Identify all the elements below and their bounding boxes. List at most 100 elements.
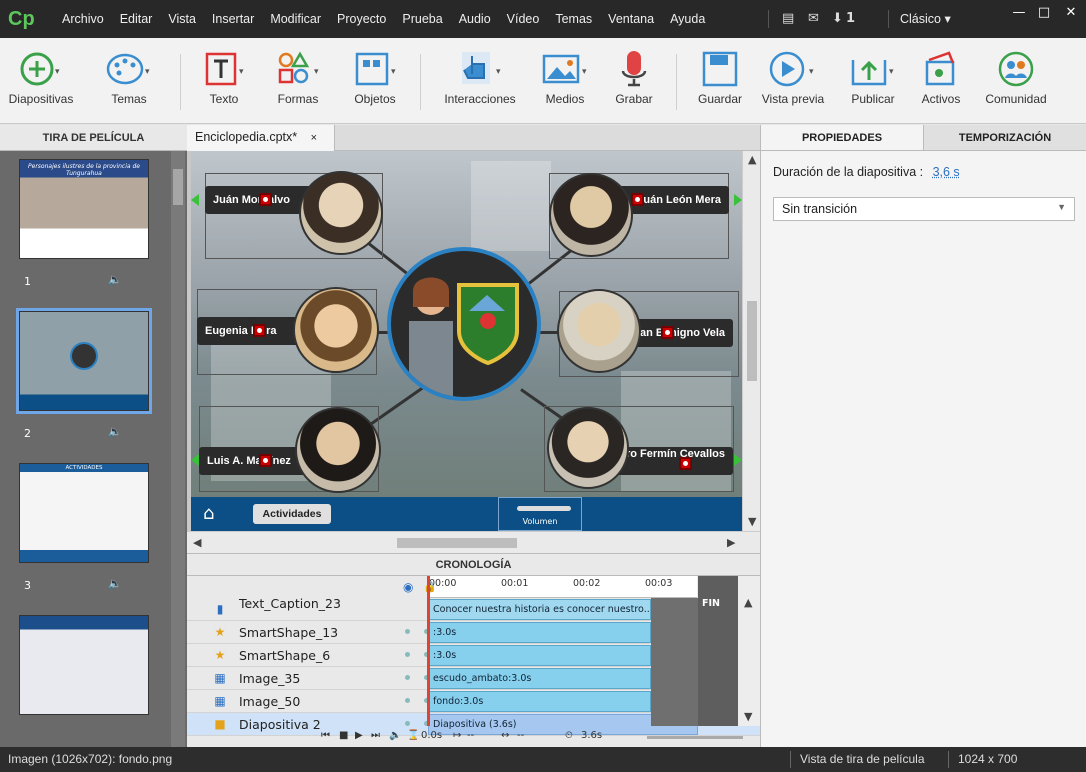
menu-proyecto[interactable]: Proyecto (329, 12, 394, 26)
tab-propiedades[interactable]: PROPIEDADES (761, 125, 924, 150)
workspace-dropdown[interactable]: Clásico ▾ (900, 11, 951, 26)
grabar-button[interactable]: Grabar (608, 46, 660, 106)
timeline-bar[interactable]: :3.0s (428, 645, 651, 666)
menu-editar[interactable]: Editar (112, 12, 161, 26)
menu-video[interactable]: Vídeo (499, 12, 548, 26)
guardar-button[interactable]: Guardar (690, 46, 750, 106)
interaction-marker-icon[interactable] (661, 326, 674, 339)
medios-button[interactable]: ▾ Medios (534, 46, 596, 106)
timeline-bar[interactable]: fondo:3.0s (428, 691, 651, 712)
timeline-end-marker[interactable]: FIN (698, 576, 738, 726)
close-button[interactable]: ✕ (1058, 4, 1084, 24)
slide-thumbnail-3[interactable]: ACTIVIDADES (19, 463, 149, 563)
thumb-center-circle (70, 342, 98, 370)
audio-icon[interactable]: 🔈 (108, 577, 122, 590)
timeline-bar[interactable]: :3.0s (428, 622, 651, 643)
home-icon[interactable]: ⌂ (203, 503, 214, 524)
actividades-button[interactable]: Actividades (253, 504, 331, 524)
scroll-up-icon[interactable]: ▲ (748, 153, 756, 166)
visibility-dot[interactable] (405, 675, 410, 680)
portrait-montalvo[interactable] (299, 171, 383, 255)
portrait-martinez[interactable] (295, 407, 381, 493)
menu-vista[interactable]: Vista (160, 12, 204, 26)
portrait-vela[interactable] (557, 289, 641, 373)
publicar-button[interactable]: ▾ Publicar (842, 46, 904, 106)
scroll-down-icon[interactable]: ▼ (744, 710, 752, 723)
rewind-icon[interactable]: ⏮ (321, 730, 330, 741)
stage-vertical-scrollbar[interactable]: ▲ ▼ (742, 151, 760, 531)
scroll-right-icon[interactable]: ▶ (727, 536, 735, 549)
stop-icon[interactable]: ■ (339, 730, 348, 741)
stage-horizontal-scrollbar[interactable]: ◀ ▶ (187, 531, 760, 553)
transition-dropdown[interactable]: Sin transición ▼ (773, 197, 1075, 221)
timeline-bar[interactable]: Conocer nuestra historia es conocer nues… (428, 599, 651, 620)
slide-thumbnail-4[interactable] (19, 615, 149, 715)
mail-icon[interactable]: ✉ (808, 11, 819, 26)
timeline-scrollbar[interactable]: ▲ ▼ (738, 576, 760, 726)
slide-canvas[interactable]: Juán Montalvo Juán León Mera Eugenia Mer… (191, 151, 742, 531)
maximize-button[interactable]: □ (1031, 4, 1057, 24)
objetos-label: Objetos (354, 92, 396, 106)
menu-insertar[interactable]: Insertar (204, 12, 262, 26)
diapositivas-button[interactable]: ▾ Diapositivas (4, 46, 78, 106)
portrait-cevallos[interactable] (547, 407, 629, 489)
menu-temas[interactable]: Temas (547, 12, 600, 26)
menu-ayuda[interactable]: Ayuda (662, 12, 713, 26)
scroll-thumb[interactable] (747, 301, 757, 381)
minimize-button[interactable]: — (1006, 4, 1032, 24)
interaction-marker-icon[interactable] (253, 324, 266, 337)
volume-slider[interactable] (517, 506, 571, 511)
duration-value[interactable]: 3,6 s (933, 165, 960, 179)
download-icon[interactable]: ⬇ (832, 11, 843, 26)
scroll-thumb[interactable] (397, 538, 517, 548)
menu-archivo[interactable]: Archivo (54, 12, 112, 26)
activos-button[interactable]: Activos (916, 46, 966, 106)
vista-previa-button[interactable]: ▾ Vista previa (756, 46, 830, 106)
caption-icon[interactable]: ▤ (782, 11, 794, 26)
tab-enciclopedia[interactable]: Enciclopedia.cptx* × (187, 125, 335, 151)
menu-ventana[interactable]: Ventana (600, 12, 662, 26)
comunidad-button[interactable]: Comunidad (978, 46, 1054, 106)
interaction-marker-icon[interactable] (259, 454, 272, 467)
scroll-down-icon[interactable]: ▼ (748, 515, 756, 528)
portrait-eugenia[interactable] (293, 287, 379, 373)
playhead[interactable] (427, 576, 430, 726)
portrait-mera[interactable] (549, 173, 633, 257)
audio-icon[interactable]: 🔈 (108, 273, 122, 286)
volume-control[interactable]: Volumen (498, 497, 582, 531)
tab-temporizacion[interactable]: TEMPORIZACIÓN (924, 125, 1086, 150)
slide-thumbnail-2[interactable] (16, 308, 152, 414)
filmstrip-scrollbar[interactable] (171, 151, 185, 747)
forward-icon[interactable]: ⏭ (371, 730, 380, 741)
audio-icon[interactable]: 🔈 (108, 425, 122, 438)
audio-icon[interactable]: 🔈 (389, 730, 401, 741)
interaction-marker-icon[interactable] (679, 457, 692, 470)
zoom-slider[interactable] (647, 736, 743, 739)
play-icon[interactable]: ▶ (355, 730, 363, 741)
visibility-dot[interactable] (405, 652, 410, 657)
menu-modificar[interactable]: Modificar (262, 12, 329, 26)
interacciones-label: Interacciones (444, 92, 516, 106)
close-tab-icon[interactable]: × (311, 132, 317, 144)
timing-arrow-icon (191, 194, 199, 206)
slide-thumbnail-1[interactable]: Personajes ilustres de la provincia de T… (19, 159, 149, 259)
scroll-thumb[interactable] (173, 169, 183, 205)
timeline-bar[interactable]: escudo_ambato:3.0s (428, 668, 651, 689)
objetos-button[interactable]: ▾ Objetos (346, 46, 404, 106)
menu-audio[interactable]: Audio (451, 12, 499, 26)
volume-label: Volumen (522, 517, 558, 526)
visibility-dot[interactable] (405, 629, 410, 634)
temas-button[interactable]: ▾ Temas (96, 46, 162, 106)
formas-button[interactable]: ▾ Formas (268, 46, 328, 106)
scroll-up-icon[interactable]: ▲ (744, 596, 752, 609)
menu-prueba[interactable]: Prueba (394, 12, 450, 26)
center-presenter-circle[interactable] (387, 247, 541, 401)
scroll-left-icon[interactable]: ◀ (193, 536, 201, 549)
interacciones-button[interactable]: ▾ Interacciones (438, 46, 522, 106)
interaction-marker-icon[interactable] (259, 193, 272, 206)
texto-label: Texto (209, 92, 239, 106)
texto-button[interactable]: ▾ Texto (196, 46, 252, 106)
visibility-dot[interactable] (405, 698, 410, 703)
interaction-marker-icon[interactable] (631, 193, 644, 206)
svg-text:▾: ▾ (582, 67, 587, 77)
